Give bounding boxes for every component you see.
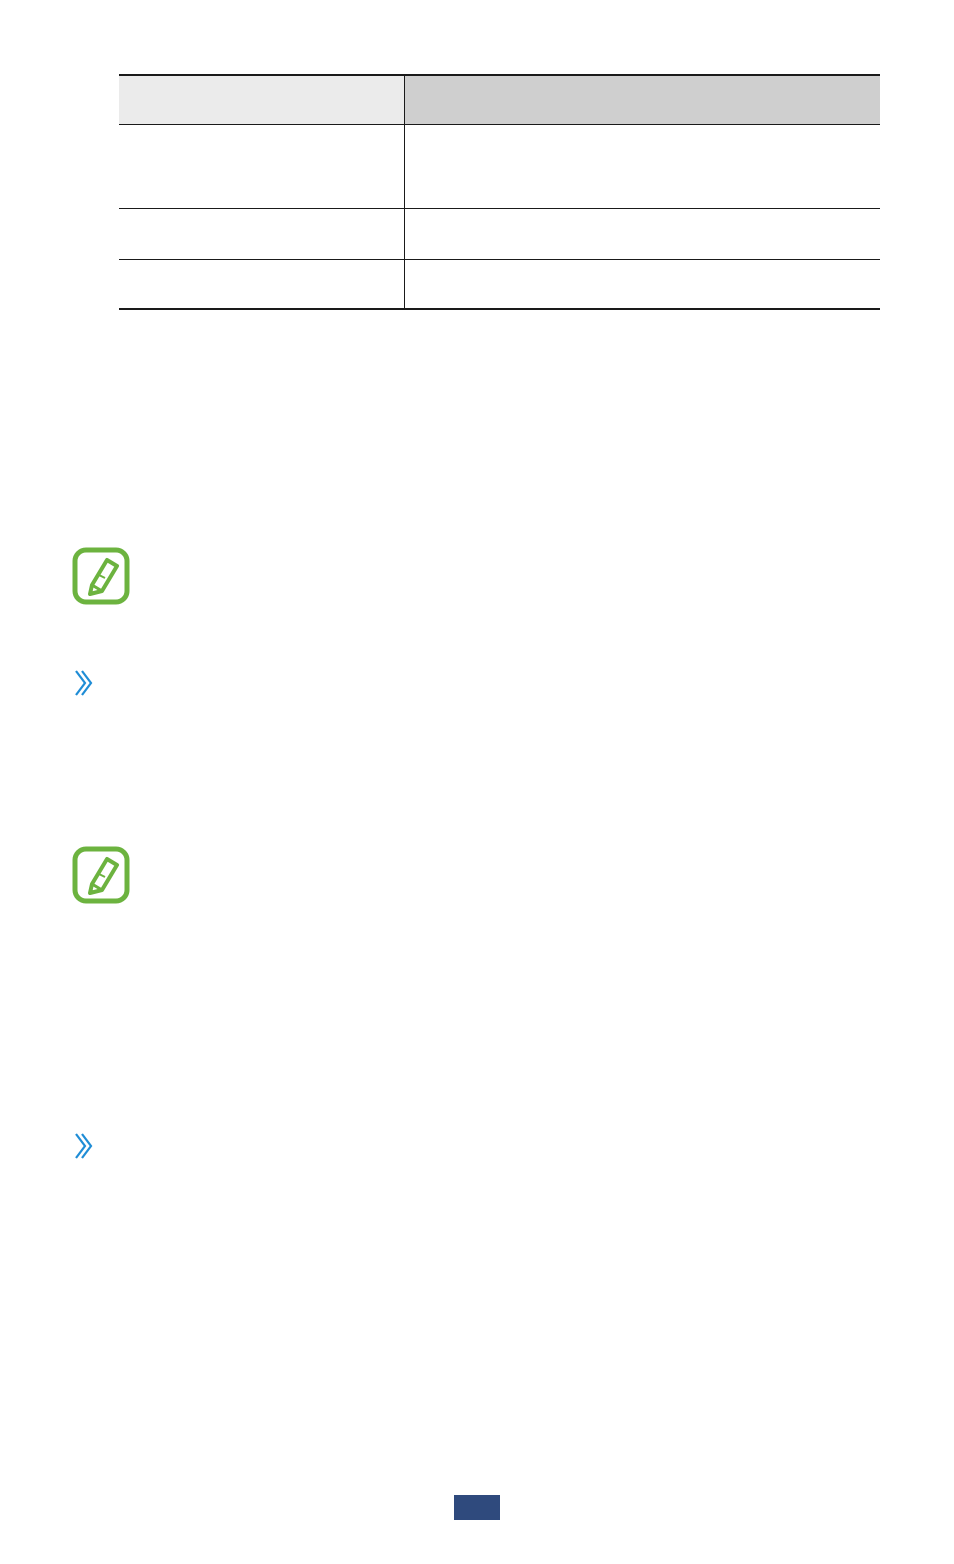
settings-table xyxy=(119,74,880,310)
chevron-right-double-icon xyxy=(73,1131,95,1161)
page-number-tab xyxy=(454,1495,500,1520)
table-header-row xyxy=(119,76,880,124)
table-header-cell xyxy=(405,76,880,124)
table-row xyxy=(119,208,880,259)
table-cell xyxy=(405,260,880,308)
table-cell xyxy=(119,125,405,208)
table-cell xyxy=(405,125,880,208)
table-cell xyxy=(405,209,880,259)
note-pencil-icon xyxy=(72,547,130,605)
chevron-right-double-icon xyxy=(73,668,95,698)
table-header-cell xyxy=(119,76,405,124)
table-row xyxy=(119,124,880,208)
table-cell xyxy=(119,209,405,259)
note-pencil-icon xyxy=(72,846,130,904)
table-cell xyxy=(119,260,405,308)
table-row xyxy=(119,259,880,308)
